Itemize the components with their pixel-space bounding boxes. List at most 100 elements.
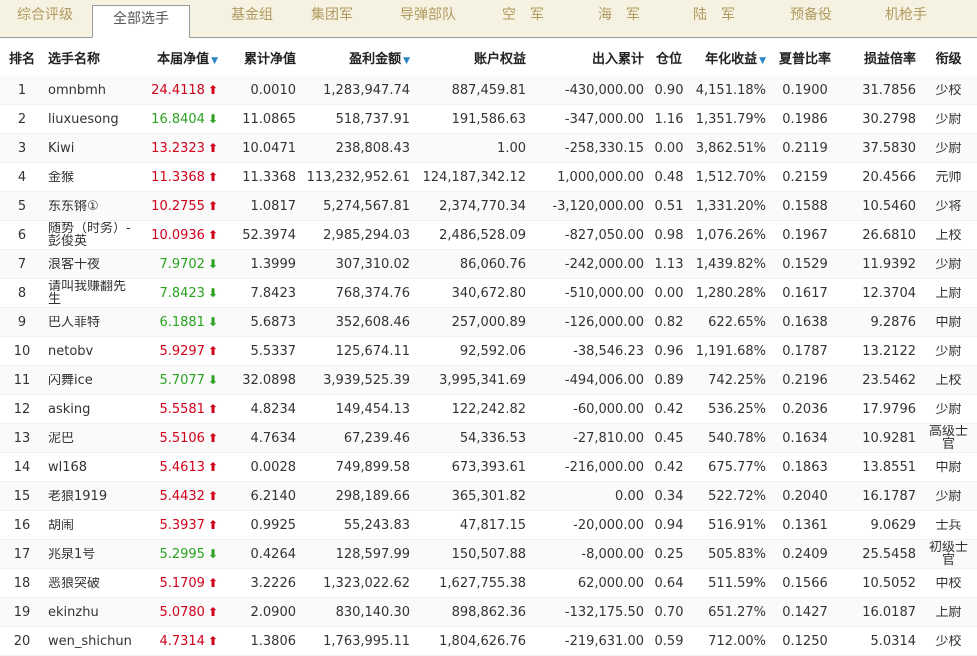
player-name[interactable]: omnbmh (44, 76, 142, 105)
table-row[interactable]: 7 浪客十夜 7.9702 ⬇ 1.3999 307,310.02 86,060.76 -24… (0, 249, 977, 279)
pl-ratio: 10.9281 (840, 423, 920, 453)
table-row[interactable]: 3 Kiwi 13.2323 ⬆ 10.0471 238,808.43 1.00 -258,3… (0, 133, 977, 163)
table-row[interactable]: 8 请叫我赚翻先生 7.8423 ⬇ 7.8423 768,374.76 340,672.8… (0, 278, 977, 308)
sharpe-ratio-text: 0.1588 (782, 198, 828, 214)
player-name[interactable]: wen_shichun (44, 626, 142, 656)
tab-4[interactable]: 导弹部队 (378, 0, 478, 37)
nav-value: 5.9297 ⬆ (142, 336, 222, 366)
profit-amount: 1,763,995.11 (300, 626, 414, 656)
table-row[interactable]: 5 东东锵① 10.2755 ⬆ 1.0817 5,274,567.81 2,374,770… (0, 191, 977, 221)
cumulative-nav: 3.2226 (222, 568, 300, 598)
account-equity: 2,486,528.09 (414, 220, 530, 250)
player-name[interactable]: 东东锵① (44, 191, 142, 221)
col-position[interactable]: 仓位 (648, 38, 690, 76)
player-name[interactable]: 泥巴 (44, 423, 142, 453)
annual-return: 1,076.26% (690, 220, 770, 250)
rank-title: 少尉 (920, 481, 977, 511)
table-row[interactable]: 19 ekinzhu 5.0780 ⬆ 2.0900 830,140.30 898,862.… (0, 597, 977, 627)
rank-title-text: 高级士官 (928, 425, 968, 451)
tab-8[interactable]: 预备役 (765, 0, 857, 37)
position: 0.98 (648, 220, 690, 250)
player-name[interactable]: 兆泉1号 (44, 539, 142, 569)
arrow-up-icon: ⬆ (207, 575, 218, 590)
table-row[interactable]: 4 金猴 11.3368 ⬆ 11.3368 113,232,952.61 124,187,… (0, 162, 977, 192)
col-nav[interactable]: 本届净值 ▼ (142, 38, 222, 76)
sort-down-icon[interactable]: ▼ (403, 56, 410, 66)
col-name[interactable]: 选手名称 (44, 38, 142, 76)
pl-ratio-text: 16.1787 (862, 488, 916, 504)
tab-7[interactable]: 陆 军 (668, 0, 760, 37)
rank-cell: 6 (0, 220, 44, 250)
col-equity[interactable]: 账户权益 (414, 38, 530, 76)
cumulative-nav: 4.8234 (222, 394, 300, 424)
player-name[interactable]: 浪客十夜 (44, 249, 142, 279)
pl-ratio: 12.3704 (840, 278, 920, 308)
rank-cell-text: 1 (17, 82, 27, 98)
col-sharpe[interactable]: 夏普比率 (770, 38, 840, 76)
annual-return: 1,191.68% (690, 336, 770, 366)
tab-0[interactable]: 综合评级 (0, 0, 90, 37)
table-row[interactable]: 15 老狼1919 5.4432 ⬆ 6.2140 298,189.66 365,301.8… (0, 481, 977, 511)
sort-down-icon[interactable]: ▼ (759, 56, 766, 66)
table-row[interactable]: 17 兆泉1号 5.2995 ⬇ 0.4264 128,597.99 150,507.88 -… (0, 539, 977, 569)
tab-5[interactable]: 空 军 (478, 0, 568, 37)
player-name[interactable]: 请叫我赚翻先生 (44, 278, 142, 308)
sharpe-ratio: 0.2036 (770, 394, 840, 424)
rank-cell-text: 17 (13, 546, 31, 562)
col-annual-return[interactable]: 年化收益 ▼ (690, 38, 770, 76)
table-row[interactable]: 11 闪舞ice 5.7077 ⬇ 32.0898 3,939,525.39 3,995,3… (0, 365, 977, 395)
pl-ratio-text: 10.5460 (862, 198, 916, 214)
position-text: 0.00 (654, 285, 684, 301)
tab-3[interactable]: 集团军 (272, 0, 392, 37)
col-rank[interactable]: 排名 (0, 38, 44, 76)
table-row[interactable]: 20 wen_shichun 4.7314 ⬆ 1.3806 1,763,995.11 1,… (0, 626, 977, 656)
nav-value-text: 5.5106 (159, 430, 205, 446)
player-name[interactable]: netobv (44, 336, 142, 366)
player-name[interactable]: asking (44, 394, 142, 424)
table-row[interactable]: 13 泥巴 5.5106 ⬆ 4.7634 67,239.46 54,336.53 -27,8… (0, 423, 977, 453)
player-name[interactable]: 恶狼突破 (44, 568, 142, 598)
player-name[interactable]: 胡闹 (44, 510, 142, 540)
table-row[interactable]: 6 随势（时务）-彭俊英 10.0936 ⬆ 52.3974 2,985,294.03 2,… (0, 220, 977, 250)
table-row[interactable]: 10 netobv 5.9297 ⬆ 5.5337 125,674.11 92,592.06… (0, 336, 977, 366)
position-text: 0.45 (654, 430, 684, 446)
player-name[interactable]: wl168 (44, 452, 142, 482)
sort-down-icon[interactable]: ▼ (211, 56, 218, 66)
player-name[interactable]: 巴人菲特 (44, 307, 142, 337)
rank-title: 少尉 (920, 249, 977, 279)
player-name[interactable]: 闪舞ice (44, 365, 142, 395)
tab-1[interactable]: 全部选手 (92, 5, 190, 38)
table-row[interactable]: 2 liuxuesong 16.8404 ⬇ 11.0865 518,737.91 191,… (0, 104, 977, 134)
net-flow: -242,000.00 (530, 249, 648, 279)
col-flow[interactable]: 出入累计 (530, 38, 648, 76)
rank-title: 上尉 (920, 597, 977, 627)
nav-value-text: 7.8423 (159, 285, 205, 301)
player-name[interactable]: liuxuesong (44, 104, 142, 134)
table-row[interactable]: 18 恶狼突破 5.1709 ⬆ 3.2226 1,323,022.62 1,627,755… (0, 568, 977, 598)
table-row[interactable]: 14 wl168 5.4613 ⬆ 0.0028 749,899.58 673,393.61… (0, 452, 977, 482)
table-row[interactable]: 1 omnbmh 24.4118 ⬆ 0.0010 1,283,947.74 887,459… (0, 76, 977, 105)
player-name[interactable]: 随势（时务）-彭俊英 (44, 220, 142, 250)
rank-title-text: 少校 (935, 634, 962, 648)
table-row[interactable]: 9 巴人菲特 6.1881 ⬇ 5.6873 352,608.46 257,000.89 -1… (0, 307, 977, 337)
sharpe-ratio-text: 0.1427 (782, 604, 828, 620)
player-name[interactable]: 金猴 (44, 162, 142, 192)
annual-return: 1,512.70% (690, 162, 770, 192)
col-profit[interactable]: 盈利金额 ▼ (300, 38, 414, 76)
player-name[interactable]: ekinzhu (44, 597, 142, 627)
position: 0.94 (648, 510, 690, 540)
tab-9[interactable]: 机枪手 (857, 0, 955, 37)
table-row[interactable]: 12 asking 5.5581 ⬆ 4.8234 149,454.13 122,242.8… (0, 394, 977, 424)
player-name[interactable]: Kiwi (44, 133, 142, 163)
col-cumulative-nav[interactable]: 累计净值 (222, 38, 300, 76)
table-row[interactable]: 16 胡闹 5.3937 ⬆ 0.9925 55,243.83 47,817.15 -20,0… (0, 510, 977, 540)
col-rank-title[interactable]: 衔级 (920, 38, 977, 76)
position: 0.89 (648, 365, 690, 395)
profit-amount: 1,323,022.62 (300, 568, 414, 598)
rank-title: 少尉 (920, 133, 977, 163)
tab-6[interactable]: 海 军 (573, 0, 665, 37)
player-name[interactable]: 老狼1919 (44, 481, 142, 511)
col-pl-ratio[interactable]: 损益倍率 (840, 38, 920, 76)
net-flow-text: -494,006.00 (564, 372, 644, 388)
sharpe-ratio-text: 0.2040 (782, 488, 828, 504)
